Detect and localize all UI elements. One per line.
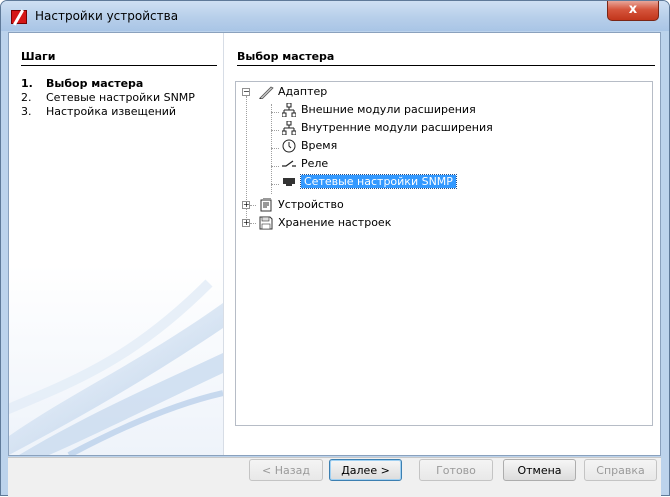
wizard-content: Шаги 1. Выбор мастера 2. Сетевые настройки… [8, 32, 661, 456]
relay-icon [281, 157, 297, 171]
tree-node-relay[interactable]: Реле [281, 155, 328, 173]
tree-node-adapter[interactable]: Адаптер [258, 83, 327, 101]
clock-icon [281, 139, 297, 153]
dialog-window: Настройки устройства x Шаги 1. Выбор маст… [0, 0, 670, 497]
steps-list: 1. Выбор мастера 2. Сетевые настройки SNMP… [21, 77, 195, 119]
steps-title: Шаги [21, 50, 56, 63]
step-item-3: 3. Настройка извещений [21, 105, 177, 118]
tree-node-storage[interactable]: Хранение настроек [258, 214, 391, 232]
tree-connector [271, 130, 279, 131]
next-button[interactable]: Далее > [329, 459, 402, 481]
tree-node-device[interactable]: Устройство [258, 196, 344, 214]
network-icon [281, 102, 297, 118]
ethernet-port-icon [281, 175, 297, 189]
tree-connector [271, 112, 279, 113]
help-button[interactable]: Справка [584, 459, 657, 481]
network-icon [281, 120, 297, 136]
floppy-disk-icon [258, 216, 274, 230]
steps-divider [21, 65, 217, 66]
back-button[interactable]: < Назад [249, 459, 323, 481]
step-item-2: 2. Сетевые настройки SNMP [21, 91, 195, 104]
tree-connector [250, 205, 256, 206]
tree-node-time[interactable]: Время [281, 137, 337, 155]
steps-panel: Шаги 1. Выбор мастера 2. Сетевые настройки… [9, 33, 224, 455]
tree-node-snmp-label: Сетевые настройки SNMP [300, 174, 457, 189]
wizard-button-bar: < Назад Далее > Готово Отмена Справка [8, 457, 661, 497]
main-title: Выбор мастера [237, 50, 335, 63]
device-icon [258, 198, 274, 212]
tree-connector [271, 184, 279, 185]
step-label: Выбор мастера [46, 77, 144, 90]
decorative-swoosh-image [9, 279, 223, 455]
tree-connector [271, 166, 279, 167]
close-button[interactable]: x [607, 1, 659, 21]
tree-node-external-modules[interactable]: Внешние модули расширения [281, 101, 476, 119]
tree-node-internal-modules[interactable]: Внутренние модули расширения [281, 119, 493, 137]
tree-expander-adapter[interactable]: − [242, 88, 250, 96]
tree-node-snmp[interactable]: Сетевые настройки SNMP [281, 173, 457, 191]
finish-button[interactable]: Готово [419, 459, 493, 481]
step-item-1: 1. Выбор мастера [21, 77, 144, 90]
step-label: Настройка извещений [46, 105, 177, 118]
tree-expander-device[interactable]: + [242, 201, 250, 209]
wizard-tree[interactable]: − Адаптер Внешние модули расширения Внут… [235, 81, 653, 426]
tree-connector [271, 148, 279, 149]
pen-icon [258, 85, 274, 100]
step-label: Сетевые настройки SNMP [46, 91, 195, 104]
tree-connector [271, 104, 272, 194]
tree-connector [250, 223, 256, 224]
app-logo-icon [11, 10, 27, 24]
window-title: Настройки устройства [35, 9, 179, 23]
cancel-button[interactable]: Отмена [503, 459, 576, 481]
main-divider [237, 65, 655, 66]
title-bar[interactable]: Настройки устройства x [1, 1, 669, 31]
tree-expander-storage[interactable]: + [242, 219, 250, 227]
